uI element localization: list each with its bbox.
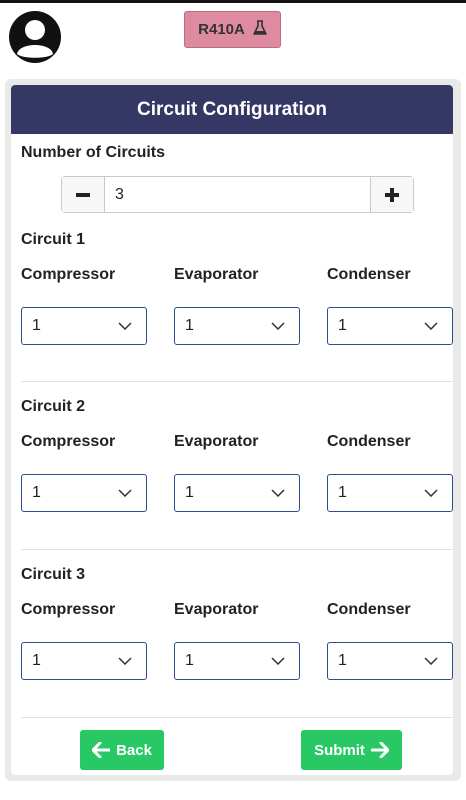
circuit-title: Circuit 3 xyxy=(21,566,86,583)
condenser-select[interactable]: 1 xyxy=(327,642,453,680)
compressor-label: Compressor xyxy=(21,266,116,283)
card-body: Circuit Configuration Number of Circuits… xyxy=(11,85,453,775)
select-value: 1 xyxy=(32,484,41,501)
top-border xyxy=(0,0,466,3)
select-value: 1 xyxy=(338,317,347,334)
chevron-down-icon xyxy=(424,322,438,330)
card-header: Circuit Configuration xyxy=(11,85,453,134)
compressor-label: Compressor xyxy=(21,601,116,618)
section-divider xyxy=(21,381,453,382)
submit-label: Submit xyxy=(314,741,365,759)
chevron-down-icon xyxy=(271,657,285,665)
select-value: 1 xyxy=(185,484,194,501)
condenser-label: Condenser xyxy=(327,601,411,618)
chevron-down-icon xyxy=(271,489,285,497)
chevron-down-icon xyxy=(271,322,285,330)
evaporator-label: Evaporator xyxy=(174,266,259,283)
refrigerant-badge[interactable]: R410A xyxy=(184,11,281,48)
compressor-label: Compressor xyxy=(21,433,116,450)
user-avatar-icon[interactable] xyxy=(8,10,62,64)
condenser-label: Condenser xyxy=(327,433,411,450)
chevron-down-icon xyxy=(424,489,438,497)
evaporator-label: Evaporator xyxy=(174,433,259,450)
condenser-select[interactable]: 1 xyxy=(327,307,453,345)
decrement-button[interactable] xyxy=(62,177,105,212)
arrow-right-icon xyxy=(370,742,389,758)
evaporator-label: Evaporator xyxy=(174,601,259,618)
circuit-title: Circuit 1 xyxy=(21,231,86,248)
chevron-down-icon xyxy=(118,322,132,330)
number-of-circuits-label: Number of Circuits xyxy=(21,144,166,161)
circuits-stepper: 3 xyxy=(61,176,414,213)
circuit-title: Circuit 2 xyxy=(21,398,86,415)
compressor-select[interactable]: 1 xyxy=(21,307,147,345)
select-value: 1 xyxy=(185,652,194,669)
evaporator-select[interactable]: 1 xyxy=(174,642,300,680)
back-button[interactable]: Back xyxy=(80,730,164,770)
chevron-down-icon xyxy=(118,657,132,665)
evaporator-select[interactable]: 1 xyxy=(174,307,300,345)
section-divider xyxy=(21,549,453,550)
plus-icon xyxy=(385,187,399,202)
circuit-config-card: Circuit Configuration Number of Circuits… xyxy=(5,79,461,781)
chevron-down-icon xyxy=(118,489,132,497)
compressor-select[interactable]: 1 xyxy=(21,474,147,512)
select-value: 1 xyxy=(338,652,347,669)
card-title: Circuit Configuration xyxy=(137,98,327,120)
refrigerant-label: R410A xyxy=(198,21,245,38)
submit-button[interactable]: Submit xyxy=(301,730,402,770)
chevron-down-icon xyxy=(424,657,438,665)
select-value: 1 xyxy=(32,652,41,669)
minus-icon xyxy=(76,192,90,197)
section-divider xyxy=(21,717,453,718)
flask-icon xyxy=(253,19,267,40)
compressor-select[interactable]: 1 xyxy=(21,642,147,680)
condenser-label: Condenser xyxy=(327,266,411,283)
select-value: 1 xyxy=(338,484,347,501)
evaporator-select[interactable]: 1 xyxy=(174,474,300,512)
arrow-left-icon xyxy=(92,742,111,758)
increment-button[interactable] xyxy=(370,177,413,212)
select-value: 1 xyxy=(185,317,194,334)
select-value: 1 xyxy=(32,317,41,334)
condenser-select[interactable]: 1 xyxy=(327,474,453,512)
back-label: Back xyxy=(116,741,152,759)
circuits-count-input[interactable]: 3 xyxy=(105,177,370,212)
